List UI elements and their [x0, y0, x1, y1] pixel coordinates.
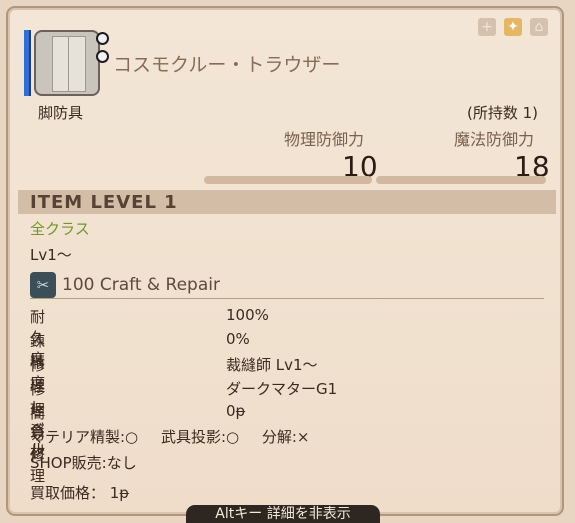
tooltip-icons: + ✦ ⌂	[478, 18, 548, 36]
hq-icon: ⌂	[530, 18, 548, 36]
trousers-icon[interactable]	[34, 30, 100, 96]
craft-repair-label: 100 Craft & Repair	[62, 275, 220, 295]
plus-icon: +	[478, 18, 496, 36]
sell-icon: ✦	[504, 18, 522, 36]
divider	[30, 298, 544, 299]
toggle-details-hint: Altキー 詳細を非表示	[186, 505, 380, 523]
required-level: Lv1～	[30, 246, 72, 264]
item-flags: マテリア精製:○ 武具投影:○ 分解:×	[30, 426, 328, 447]
materia-flag: マテリア精製:○	[30, 428, 139, 446]
magic-defense-label: 魔法防御力	[454, 130, 535, 149]
dye-slot-icon	[96, 50, 109, 63]
item-level: ITEM LEVEL 1	[30, 192, 178, 213]
shop-sale: SHOP販売:なし	[30, 454, 137, 472]
craft-repair-icon: ✂	[30, 272, 56, 298]
class-color-bar	[24, 30, 31, 96]
desynth-flag: 分解:×	[261, 428, 310, 446]
item-slot: 脚防具	[38, 104, 84, 122]
dye-slot-icon	[96, 32, 109, 45]
class-restriction: 全クラス	[30, 220, 90, 238]
sell-price: 買取価格： 1ᵽ	[30, 484, 130, 502]
physical-defense-label: 物理防御力	[284, 130, 365, 149]
magic-defense-bar	[376, 176, 546, 184]
craft-repair-row: ✂ 100 Craft & Repair	[30, 272, 220, 298]
item-name: コスモクルー・トラウザー	[113, 54, 341, 76]
owned-count: (所持数 1)	[466, 104, 538, 122]
glamour-flag: 武具投影:○	[160, 428, 240, 446]
item-icon-frame	[24, 30, 109, 100]
physical-defense-bar	[204, 176, 372, 184]
